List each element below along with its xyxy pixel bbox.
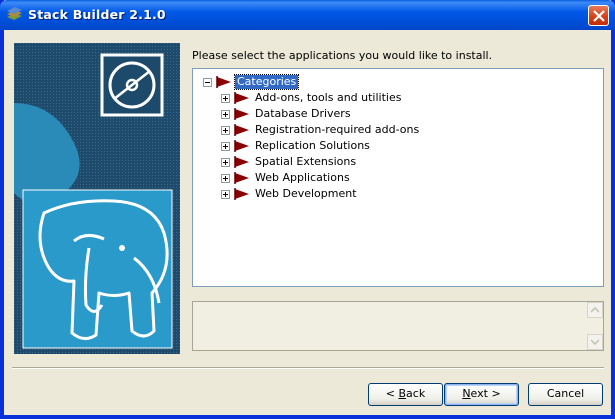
- title-bar[interactable]: Stack Builder 2.1.0: [0, 0, 615, 30]
- tree-item-label[interactable]: Replication Solutions: [253, 139, 372, 153]
- description-scrollbar[interactable]: [587, 302, 603, 350]
- expand-icon[interactable]: [221, 109, 230, 119]
- chevron-down-icon: [591, 339, 599, 345]
- close-button[interactable]: [588, 5, 609, 26]
- window-title: Stack Builder 2.1.0: [28, 7, 166, 22]
- categories-tree[interactable]: Categories Add-ons, tools and utilities …: [192, 68, 604, 287]
- expand-icon[interactable]: [221, 173, 230, 183]
- scroll-up-button[interactable]: [587, 302, 603, 318]
- category-flag-icon: [234, 172, 249, 184]
- category-flag-icon: [234, 188, 249, 200]
- category-flag-icon: [234, 92, 249, 104]
- tree-item-spatial-extensions[interactable]: Spatial Extensions: [221, 154, 358, 170]
- tree-item-web-applications[interactable]: Web Applications: [221, 170, 352, 186]
- tree-item-label[interactable]: Web Applications: [253, 171, 352, 185]
- cancel-button[interactable]: Cancel: [528, 383, 603, 406]
- expand-icon[interactable]: [221, 189, 230, 199]
- description-box[interactable]: [192, 301, 604, 351]
- close-icon: [593, 10, 605, 22]
- back-button[interactable]: < Back: [368, 383, 443, 406]
- tree-item-label[interactable]: Add-ons, tools and utilities: [253, 91, 403, 105]
- category-flag-icon: [216, 76, 231, 88]
- category-flag-icon: [234, 124, 249, 136]
- expand-icon[interactable]: [221, 125, 230, 135]
- tree-item-replication[interactable]: Replication Solutions: [221, 138, 372, 154]
- tree-item-web-development[interactable]: Web Development: [221, 186, 359, 202]
- tree-item-database-drivers[interactable]: Database Drivers: [221, 106, 353, 122]
- tree-item-addons[interactable]: Add-ons, tools and utilities: [221, 90, 403, 106]
- expand-icon[interactable]: [221, 141, 230, 151]
- back-button-mnemonic: B: [398, 387, 407, 400]
- tree-item-label[interactable]: Database Drivers: [253, 107, 353, 121]
- expand-icon[interactable]: [221, 157, 230, 167]
- tree-item-label[interactable]: Spatial Extensions: [253, 155, 358, 169]
- instruction-text: Please select the applications you would…: [192, 49, 493, 62]
- tree-item-label[interactable]: Categories: [233, 74, 300, 90]
- scroll-down-button[interactable]: [587, 334, 603, 350]
- disc-icon: [100, 53, 164, 117]
- next-button[interactable]: Next >: [444, 383, 519, 406]
- tree-item-label[interactable]: Registration-required add-ons: [253, 123, 421, 137]
- collapse-icon[interactable]: [203, 77, 212, 87]
- category-flag-icon: [234, 156, 249, 168]
- category-flag-icon: [234, 108, 249, 120]
- chevron-up-icon: [591, 307, 599, 313]
- stack-builder-window: Stack Builder 2.1.0 Please select the ap…: [0, 0, 615, 419]
- category-flag-icon: [234, 140, 249, 152]
- dialog-body: Please select the applications you would…: [4, 30, 611, 415]
- expand-icon[interactable]: [221, 93, 230, 103]
- tree-item-label[interactable]: Web Development: [253, 187, 359, 201]
- next-button-mnemonic: N: [462, 387, 471, 400]
- postgresql-elephant-logo: [22, 189, 173, 349]
- stack-builder-app-icon: [7, 7, 22, 20]
- back-button-prefix: <: [385, 387, 399, 400]
- button-divider: [12, 367, 604, 369]
- next-button-label: ext >: [470, 387, 501, 400]
- tree-root-row[interactable]: Categories: [203, 74, 300, 90]
- tree-item-registration-required[interactable]: Registration-required add-ons: [221, 122, 421, 138]
- back-button-label: ack: [406, 387, 426, 400]
- postgresql-banner: [14, 43, 180, 354]
